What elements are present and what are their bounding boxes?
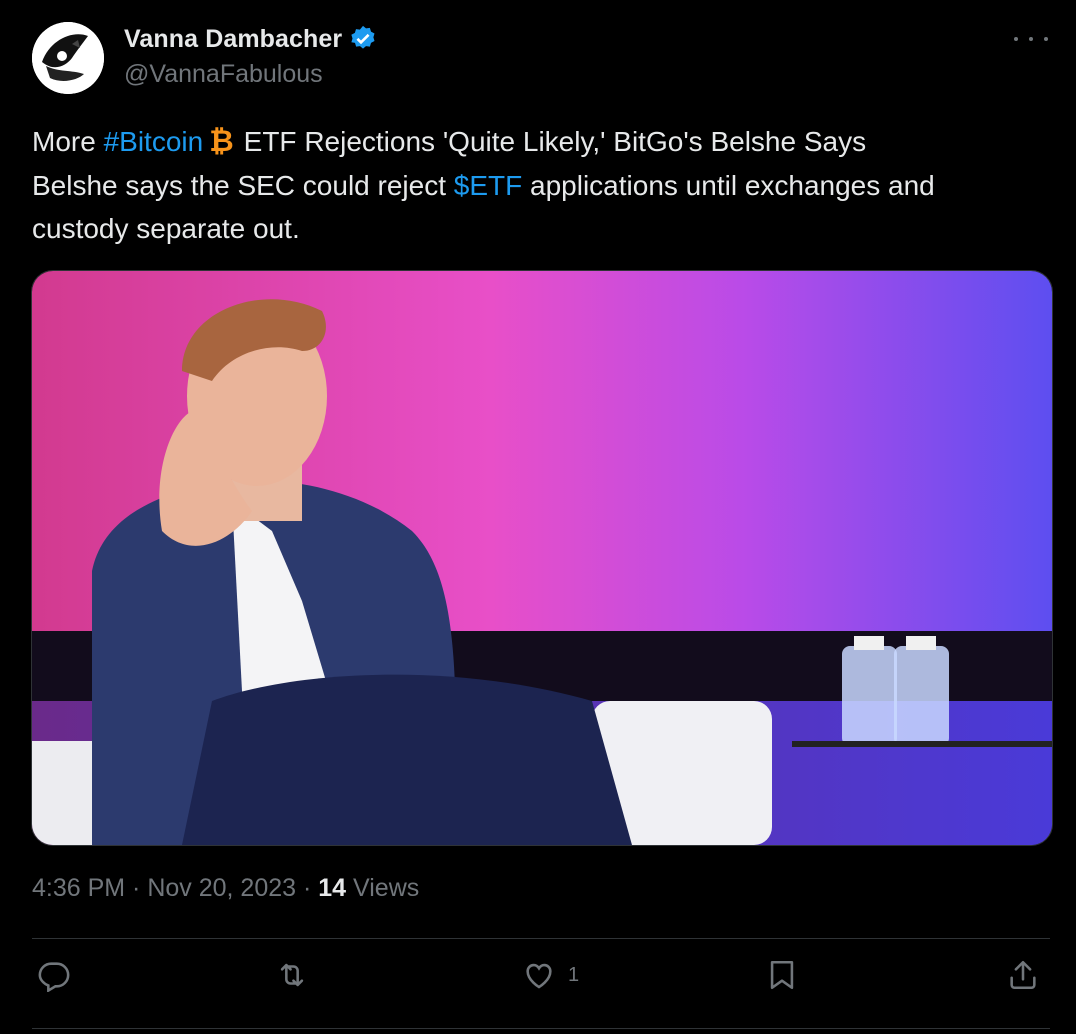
tweet-line-2: Belshe says the SEC could reject $ETF ap… — [32, 164, 1052, 208]
more-dot — [1014, 37, 1018, 41]
like-count: 1 — [568, 963, 580, 986]
tweet-date[interactable]: Nov 20, 2023 — [147, 874, 296, 902]
tweet-text: More #Bitcoin ₿ ETF Rejections 'Quite Like… — [32, 120, 1052, 251]
reply-button[interactable] — [37, 958, 71, 992]
more-dot — [1044, 37, 1048, 41]
more-dot — [1029, 37, 1033, 41]
tweet-actions: 1 — [32, 958, 1050, 1006]
heart-icon — [526, 963, 552, 989]
tweet-time[interactable]: 4:36 PM — [32, 874, 125, 902]
share-icon — [1010, 960, 1036, 990]
meta-separator: · — [125, 874, 148, 902]
author-avatar[interactable] — [32, 22, 104, 94]
divider — [32, 938, 1050, 939]
avatar-image — [32, 22, 104, 94]
tweet-media-photo[interactable] — [31, 270, 1053, 846]
tweet-line-1: More #Bitcoin ₿ ETF Rejections 'Quite Like… — [32, 120, 1052, 164]
retweet-button[interactable] — [275, 958, 309, 992]
share-button[interactable] — [1006, 958, 1040, 992]
meta-separator: · — [296, 874, 319, 902]
tweet-line-3: custody separate out. — [32, 213, 300, 244]
author-name-row: Vanna Dambacher — [124, 24, 378, 54]
bookmark-icon — [770, 960, 794, 990]
author-handle[interactable]: @VannaFabulous — [124, 60, 323, 89]
author-name[interactable]: Vanna Dambacher — [124, 25, 342, 54]
more-options-icon[interactable] — [1014, 28, 1048, 50]
bitcoin-emoji-icon: ₿ — [209, 125, 234, 158]
tweet-text-part: More — [32, 126, 104, 157]
retweet-icon — [280, 963, 304, 987]
reply-icon — [38, 962, 70, 992]
divider — [32, 1028, 1050, 1029]
tweet-text-part: ETF Rejections 'Quite Likely,' BitGo's B… — [243, 126, 867, 157]
views-count: 14 — [318, 874, 347, 902]
bookmark-button[interactable] — [765, 958, 799, 992]
views-label: Views — [346, 874, 420, 902]
photo-image — [32, 271, 1052, 845]
hashtag-link[interactable]: #Bitcoin — [104, 126, 204, 157]
cashtag-link[interactable]: $ETF — [454, 170, 522, 201]
verified-badge-icon — [351, 25, 375, 49]
tweet-text-part: Belshe says the SEC could reject — [32, 169, 454, 201]
tweet-text-part: applications until exchanges and — [522, 169, 935, 201]
like-button[interactable]: 1 — [522, 958, 579, 992]
tweet-meta: 4:36 PM · Nov 20, 2023 · 14 Views — [32, 874, 419, 903]
